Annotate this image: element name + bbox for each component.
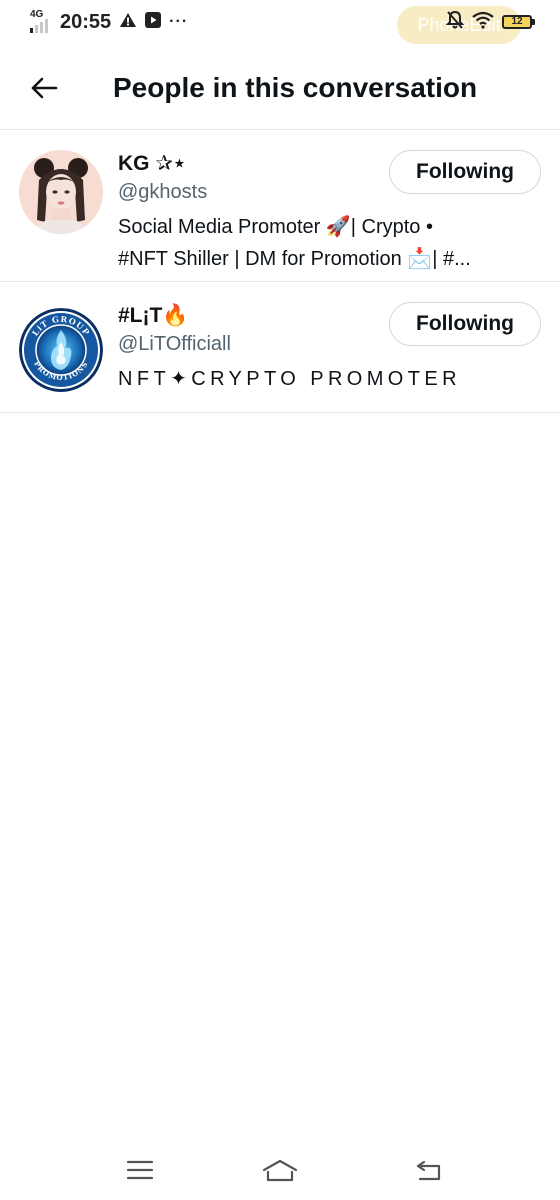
bio-line: Social Media Promoter 🚀| Crypto • <box>118 216 433 238</box>
battery-icon: 12 <box>502 15 535 29</box>
home-button[interactable] <box>260 1154 300 1186</box>
following-button[interactable]: Following <box>389 150 541 194</box>
warning-icon <box>119 12 137 33</box>
user-row[interactable]: KG ✰⋆ @gkhosts Social Media Promoter 🚀| … <box>0 130 560 282</box>
menu-icon <box>126 1160 154 1180</box>
back-arrow-icon <box>31 77 58 99</box>
more-notifications-icon: ··· <box>169 13 189 30</box>
bio-line: #NFT Shiller | DM for Promotion 📩| #... <box>118 248 471 270</box>
bio-line: NFT✦CRYPTO PROMOTER <box>118 368 461 390</box>
display-name[interactable]: #L¡T🔥 <box>118 302 188 330</box>
back-icon <box>416 1160 441 1181</box>
youtube-icon <box>145 11 162 33</box>
status-time: 20:55 <box>60 10 112 33</box>
back-nav-button[interactable] <box>408 1154 448 1186</box>
user-bio: NFT✦CRYPTO PROMOTER <box>118 363 538 395</box>
home-icon <box>262 1159 298 1182</box>
wifi-icon <box>472 11 494 34</box>
page-title: People in this conversation <box>113 72 478 103</box>
lit-group-promotions-logo: LiT GROUP PROMOTIONS <box>19 308 103 392</box>
status-bar-right: 12 <box>445 10 535 35</box>
following-button[interactable]: Following <box>389 302 541 346</box>
app-header: People in this conversation <box>0 44 560 130</box>
menu-button[interactable] <box>120 1154 160 1186</box>
back-button[interactable] <box>24 70 64 106</box>
avatar[interactable] <box>19 150 103 234</box>
user-list: KG ✰⋆ @gkhosts Social Media Promoter 🚀| … <box>0 130 560 413</box>
user-row[interactable]: LiT GROUP PROMOTIONS #L¡T🔥 @LiTOfficiall… <box>0 282 560 413</box>
avatar[interactable]: LiT GROUP PROMOTIONS <box>19 308 103 392</box>
display-name[interactable]: KG ✰⋆ <box>118 150 186 178</box>
user-handle[interactable]: @LiTOfficiall <box>118 331 231 357</box>
user-handle[interactable]: @gkhosts <box>118 179 207 205</box>
signal-icon: 4G <box>30 10 56 34</box>
status-bar-left: 4G 20:55 ··· <box>30 8 188 36</box>
mute-bell-icon <box>445 10 465 35</box>
status-bar: 4G 20:55 ··· PhoneEdit <box>0 0 560 44</box>
user-bio: Social Media Promoter 🚀| Crypto • #NFT S… <box>118 211 538 275</box>
profile-photo <box>19 150 103 234</box>
system-nav-bar <box>0 1140 560 1200</box>
